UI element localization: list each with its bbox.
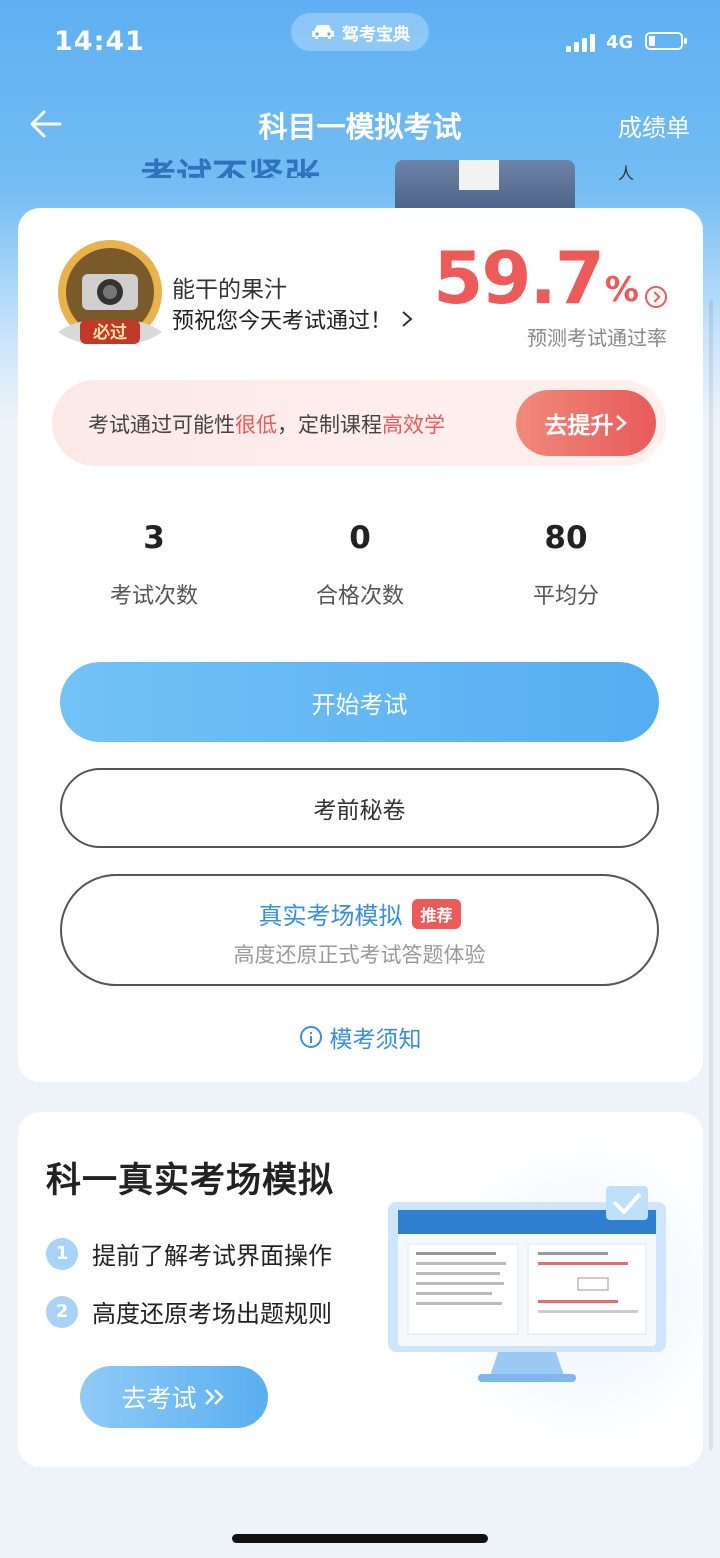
page-title: 科目一模拟考试 (258, 110, 462, 144)
stat-pass-count: 0 合格次数 (290, 520, 430, 610)
report-card-link[interactable]: 成绩单 (618, 108, 690, 143)
battery-icon (645, 32, 687, 50)
improve-banner: 考试通过可能性很低，定制课程高效学 去提升 (52, 380, 666, 466)
stat-exam-count: 3 考试次数 (18, 520, 290, 610)
scrollbar[interactable] (709, 300, 713, 1450)
promo-item: 2 高度还原考场出题规则 (46, 1294, 332, 1329)
wish-link[interactable]: 预祝您今天考试通过！ (172, 303, 414, 335)
exam-notice-link[interactable]: 模考须知 (18, 1020, 703, 1054)
status-bar: 14:41 驾考宝典 4G (0, 0, 720, 80)
pass-rate-unit: % (604, 270, 639, 310)
real-sim-subtitle: 高度还原正式考试答题体验 (233, 943, 486, 967)
app-badge: 驾考宝典 (291, 13, 429, 51)
badge-text: 必过 (92, 322, 127, 343)
banner-slogan: 考试不紧张 (140, 157, 321, 178)
secret-paper-button[interactable]: 考前秘卷 (60, 768, 659, 848)
status-time: 14:41 (54, 26, 145, 57)
real-exam-simulation-button[interactable]: 真实考场模拟 推荐 高度还原正式考试答题体验 (60, 874, 659, 986)
wish-text: 预祝您今天考试通过！ (172, 309, 393, 334)
improve-button-label: 去提升 (544, 413, 614, 439)
real-sim-title: 真实考场模拟 (258, 902, 403, 930)
info-icon (299, 1026, 322, 1048)
pass-rate-value: 59.7 (433, 236, 605, 320)
stat-value: 80 (544, 520, 588, 556)
recommend-tag: 推荐 (412, 898, 461, 929)
stat-label: 合格次数 (315, 584, 404, 609)
stat-value: 0 (349, 520, 371, 556)
signal-icon (566, 34, 595, 52)
banner-person-image (395, 160, 575, 212)
improve-text: 考试通过可能性很低，定制课程高效学 (88, 409, 445, 439)
stat-label: 考试次数 (109, 584, 198, 609)
improve-button[interactable]: 去提升 (516, 390, 656, 456)
pass-badge-icon: 必过 (50, 236, 170, 356)
pass-rate-label: 预测考试通过率 (527, 326, 667, 350)
improve-text-2: ，定制课程 (277, 413, 382, 437)
promo-item-text: 高度还原考场出题规则 (92, 1300, 332, 1328)
real-exam-promo-card: 科一真实考场模拟 1 提前了解考试界面操作 2 高度还原考场出题规则 去考试 (18, 1112, 703, 1467)
go-exam-button[interactable]: 去考试 (80, 1366, 268, 1428)
circle-arrow-icon (645, 286, 667, 308)
promo-title: 科一真实考场模拟 (46, 1161, 335, 1201)
go-exam-label: 去考试 (121, 1384, 197, 1413)
improve-text-1: 考试通过可能性 (88, 413, 235, 437)
banner-small-text: 人 (618, 164, 635, 183)
home-indicator[interactable] (232, 1534, 488, 1543)
app-name: 驾考宝典 (342, 24, 410, 45)
network-type: 4G (606, 32, 634, 53)
stat-average-score: 80 平均分 (430, 520, 702, 610)
promo-item: 1 提前了解考试界面操作 (46, 1236, 332, 1271)
stat-label: 平均分 (532, 584, 599, 609)
start-exam-button[interactable]: 开始考试 (60, 662, 659, 742)
user-name: 能干的果汁 (172, 277, 287, 303)
promo-item-text: 提前了解考试界面操作 (92, 1242, 332, 1270)
improve-text-efficient: 高效学 (382, 413, 445, 437)
improve-text-low: 很低 (235, 413, 277, 437)
exam-stats: 3 考试次数 0 合格次数 80 平均分 (18, 520, 703, 610)
number-badge: 1 (46, 1237, 78, 1270)
pass-rate[interactable]: 59.7 % 预测考试通过率 (433, 238, 667, 351)
car-icon (312, 25, 334, 39)
double-chevron-right-icon (204, 1389, 224, 1405)
stat-value: 3 (143, 520, 165, 556)
computer-monitor-illustration (388, 1186, 666, 1386)
chevron-right-icon (615, 415, 627, 431)
chevron-right-icon (402, 311, 413, 327)
number-badge: 2 (46, 1295, 78, 1328)
exam-summary-card: 必过 能干的果汁 预祝您今天考试通过！ 59.7 % 预测考试通过率 考试通过可… (18, 208, 703, 1082)
exam-notice-label: 模考须知 (329, 1027, 422, 1053)
